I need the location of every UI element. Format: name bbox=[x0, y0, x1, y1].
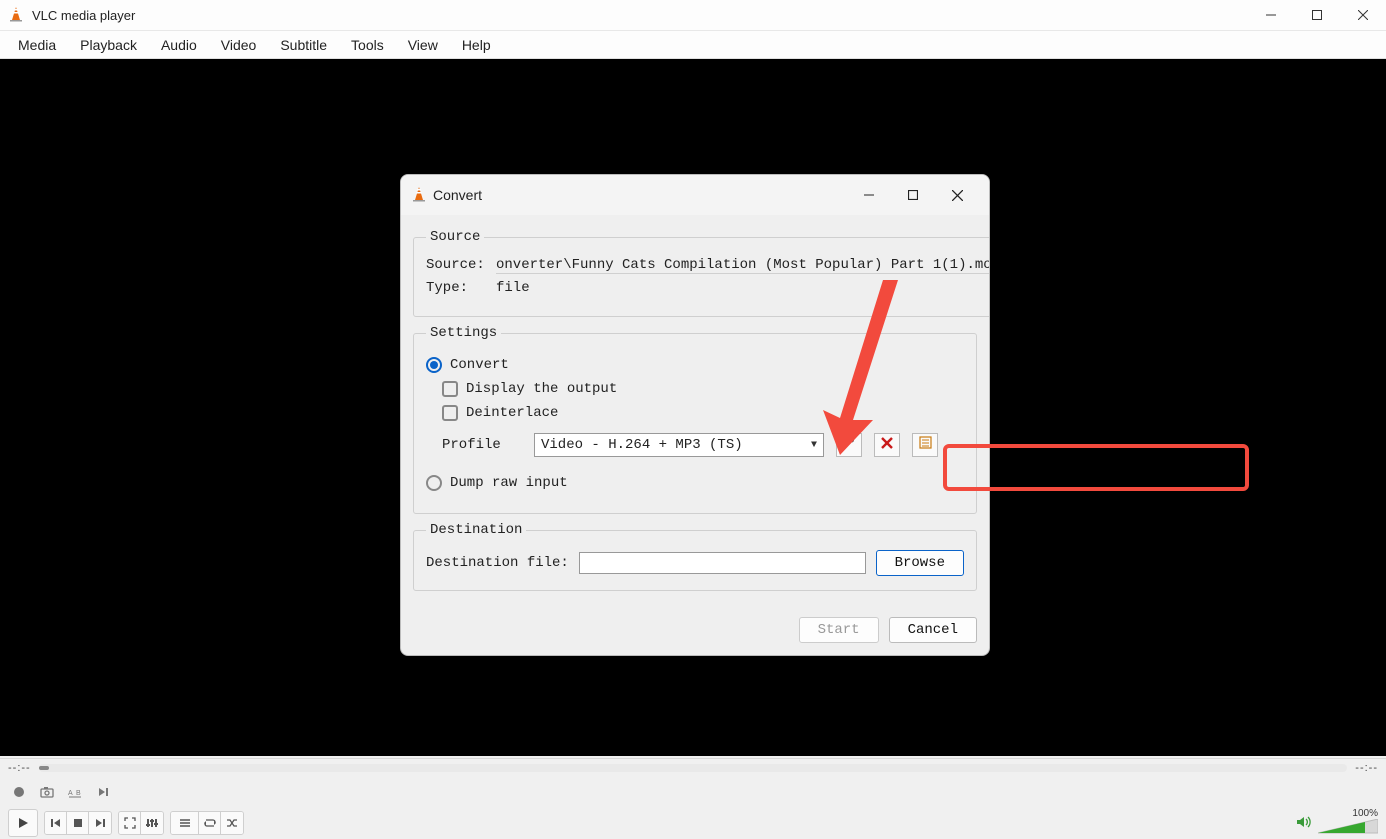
source-legend: Source bbox=[426, 229, 484, 245]
source-group: Source Source: onverter\Funny Cats Compi… bbox=[413, 229, 990, 317]
convert-radio[interactable] bbox=[426, 357, 442, 373]
dialog-title: Convert bbox=[433, 187, 482, 203]
display-output-label: Display the output bbox=[466, 381, 617, 397]
volume-percent: 100% bbox=[1352, 808, 1378, 819]
type-value: file bbox=[496, 280, 990, 296]
type-label: Type: bbox=[426, 280, 486, 296]
window-maximize-button[interactable] bbox=[1294, 0, 1340, 31]
playback-controls: --:-- --:-- AB 100% bbox=[0, 758, 1386, 839]
destination-file-label: Destination file: bbox=[426, 555, 569, 571]
svg-text:B: B bbox=[76, 790, 81, 797]
transport-group bbox=[44, 811, 112, 835]
deinterlace-checkbox[interactable] bbox=[442, 405, 458, 421]
delete-profile-button[interactable] bbox=[874, 433, 900, 457]
vlc-cone-icon bbox=[8, 6, 24, 25]
window-title: VLC media player bbox=[32, 8, 135, 23]
stop-button[interactable] bbox=[67, 812, 89, 834]
deinterlace-label: Deinterlace bbox=[466, 405, 558, 421]
extended-settings-button[interactable] bbox=[141, 812, 163, 834]
edit-profile-button[interactable] bbox=[836, 433, 862, 457]
menu-media[interactable]: Media bbox=[6, 33, 68, 57]
record-button[interactable] bbox=[8, 781, 30, 803]
destination-group: Destination Destination file: Browse bbox=[413, 522, 977, 591]
convert-dialog: Convert Source Source: onverter\Funny Ca… bbox=[400, 174, 990, 656]
cancel-button[interactable]: Cancel bbox=[889, 617, 977, 643]
new-profile-icon bbox=[919, 436, 932, 454]
time-remaining: --:-- bbox=[1355, 762, 1378, 774]
play-button[interactable] bbox=[8, 809, 38, 837]
frame-step-button[interactable] bbox=[92, 781, 114, 803]
dump-raw-radio[interactable] bbox=[426, 475, 442, 491]
source-value: onverter\Funny Cats Compilation (Most Po… bbox=[496, 257, 990, 274]
speaker-icon[interactable] bbox=[1296, 815, 1312, 832]
dialog-footer: Start Cancel bbox=[401, 611, 989, 655]
window-close-button[interactable] bbox=[1340, 0, 1386, 31]
window-minimize-button[interactable] bbox=[1248, 0, 1294, 31]
menu-tools[interactable]: Tools bbox=[339, 33, 396, 57]
menu-view[interactable]: View bbox=[396, 33, 450, 57]
dialog-close-button[interactable] bbox=[935, 178, 979, 212]
menu-subtitle[interactable]: Subtitle bbox=[268, 33, 339, 57]
menubar: Media Playback Audio Video Subtitle Tool… bbox=[0, 31, 1386, 59]
volume-slider[interactable] bbox=[1318, 819, 1378, 839]
menu-video[interactable]: Video bbox=[209, 33, 269, 57]
shuffle-button[interactable] bbox=[221, 812, 243, 834]
dialog-titlebar: Convert bbox=[401, 175, 989, 215]
new-profile-button[interactable] bbox=[912, 433, 938, 457]
svg-text:A: A bbox=[68, 790, 73, 797]
wrench-icon bbox=[842, 436, 856, 455]
start-button[interactable]: Start bbox=[799, 617, 879, 643]
convert-radio-label: Convert bbox=[450, 357, 509, 373]
time-elapsed: --:-- bbox=[8, 762, 31, 774]
settings-group: Settings Convert Display the output Dein… bbox=[413, 325, 977, 514]
playlist-button[interactable] bbox=[171, 812, 199, 834]
list-group bbox=[170, 811, 244, 835]
browse-button[interactable]: Browse bbox=[876, 550, 964, 576]
x-icon bbox=[881, 437, 893, 454]
snapshot-button[interactable] bbox=[36, 781, 58, 803]
previous-button[interactable] bbox=[45, 812, 67, 834]
chevron-down-icon: ▼ bbox=[811, 440, 817, 451]
atob-loop-button[interactable]: AB bbox=[64, 781, 86, 803]
view-group bbox=[118, 811, 164, 835]
dialog-maximize-button[interactable] bbox=[891, 178, 935, 212]
dialog-minimize-button[interactable] bbox=[847, 178, 891, 212]
next-button[interactable] bbox=[89, 812, 111, 834]
settings-legend: Settings bbox=[426, 325, 501, 341]
fullscreen-button[interactable] bbox=[119, 812, 141, 834]
titlebar: VLC media player bbox=[0, 0, 1386, 31]
menu-playback[interactable]: Playback bbox=[68, 33, 149, 57]
profile-label: Profile bbox=[442, 437, 522, 453]
menu-audio[interactable]: Audio bbox=[149, 33, 209, 57]
menu-help[interactable]: Help bbox=[450, 33, 503, 57]
destination-file-input[interactable] bbox=[579, 552, 866, 574]
destination-legend: Destination bbox=[426, 522, 526, 538]
profile-value: Video - H.264 + MP3 (TS) bbox=[541, 437, 811, 453]
display-output-checkbox[interactable] bbox=[442, 381, 458, 397]
profile-dropdown[interactable]: Video - H.264 + MP3 (TS) ▼ bbox=[534, 433, 824, 457]
loop-button[interactable] bbox=[199, 812, 221, 834]
vlc-cone-icon bbox=[411, 186, 427, 205]
seek-slider[interactable] bbox=[39, 764, 1348, 772]
source-label: Source: bbox=[426, 257, 486, 274]
dump-raw-label: Dump raw input bbox=[450, 475, 568, 491]
